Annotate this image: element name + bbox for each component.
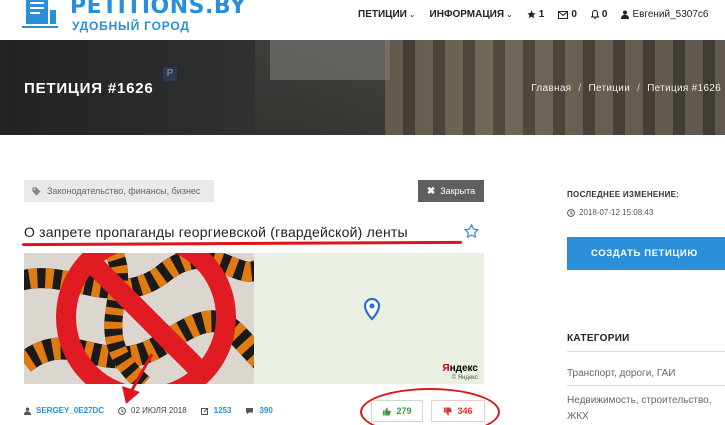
- user-name: Евгений_5307c6: [632, 9, 709, 20]
- chevron-down-icon: ⌄: [506, 10, 513, 19]
- bell-icon: [590, 10, 599, 19]
- petition-meta: SERGEY_0E27DC 02 ИЮЛЯ 2018 1253 390: [24, 406, 287, 415]
- divider: [567, 351, 725, 352]
- petition-date: 02 ИЮЛЯ 2018: [118, 406, 187, 415]
- nav-messages[interactable]: 0: [558, 9, 577, 20]
- create-petition-button[interactable]: СОЗДАТЬ ПЕТИЦИЮ: [567, 237, 725, 270]
- divider: [567, 385, 725, 386]
- breadcrumb-home[interactable]: Главная: [531, 83, 571, 94]
- nav-favorites[interactable]: 1: [527, 9, 545, 20]
- map-provider-logo: Яндекс: [442, 363, 478, 374]
- tag-icon: [32, 186, 41, 196]
- last-change-text: 2018-07-12 15:08:43: [579, 208, 654, 217]
- map-brand-a: Я: [442, 363, 450, 374]
- clock-icon: [567, 208, 575, 217]
- nav-notifications[interactable]: 0: [590, 9, 608, 20]
- brand-name[interactable]: PETITIONS.BY: [70, 0, 246, 19]
- edit-icon: [200, 407, 209, 415]
- notifications-count: 0: [601, 9, 608, 20]
- nav-info[interactable]: ИНФОРМАЦИЯ ⌄: [430, 9, 513, 20]
- star-icon: [527, 10, 536, 19]
- annotation-circle: [360, 388, 500, 425]
- annotation-underline: [21, 240, 463, 247]
- last-change-value: 2018-07-12 15:08:43: [567, 208, 653, 217]
- comments-icon: [246, 407, 254, 414]
- logo-icon[interactable]: [22, 0, 62, 32]
- breadcrumb-petitions[interactable]: Петиции: [589, 83, 631, 94]
- category-item[interactable]: Недвижимость, строительство, ЖКХ: [567, 393, 725, 425]
- map-copyright: © Яндекс: [451, 375, 478, 381]
- petition-title: О запрете пропаганды георгиевской (гвард…: [24, 224, 408, 240]
- petition-tags: Законодательство, финансы, бизнес: [24, 180, 214, 202]
- comments-count-text: 390: [259, 406, 273, 415]
- annotation-arrow: [122, 353, 154, 404]
- nav-petitions[interactable]: ПЕТИЦИИ ⌄: [358, 9, 416, 20]
- category-item[interactable]: Транспорт, дороги, ГАИ: [567, 368, 675, 379]
- user-icon: [621, 10, 630, 19]
- clock-icon: [118, 406, 126, 415]
- comments-count[interactable]: 390: [245, 406, 273, 415]
- categories-title: КАТЕГОРИИ: [567, 333, 630, 344]
- nav-user[interactable]: Евгений_5307c6: [621, 9, 708, 20]
- star-icon[interactable]: [464, 224, 479, 238]
- author-name: SERGEY_0E27DC: [36, 406, 105, 415]
- envelope-icon: [558, 10, 569, 19]
- petition-map[interactable]: Яндекс © Яндекс: [254, 253, 484, 384]
- signatures-count-text: 1253: [213, 406, 232, 415]
- status-text: Закрыта: [440, 186, 476, 196]
- close-icon: ✖: [426, 185, 436, 197]
- status-badge: ✖ Закрыта: [418, 180, 484, 202]
- petition-tags-text[interactable]: Законодательство, финансы, бизнес: [47, 186, 200, 196]
- breadcrumb-current: Петиция #1626: [647, 83, 721, 94]
- main-nav: ПЕТИЦИИ ⌄ ИНФОРМАЦИЯ ⌄ 1 0 0 Евгений_530…: [358, 9, 722, 20]
- page-title: ПЕТИЦИЯ #1626: [24, 80, 154, 97]
- messages-count: 0: [571, 9, 577, 20]
- user-icon: [24, 407, 31, 415]
- breadcrumb: Главная / Петиции / Петиция #1626: [531, 83, 721, 94]
- petition-date-text: 02 ИЮЛЯ 2018: [131, 406, 187, 415]
- brand-tagline: УДОБНЫЙ ГОРОД: [72, 19, 190, 33]
- nav-petitions-label: ПЕТИЦИИ: [358, 9, 407, 20]
- chevron-down-icon: ⌄: [408, 10, 416, 19]
- favorites-count: 1: [538, 9, 545, 20]
- last-change-label: ПОСЛЕДНЕЕ ИЗМЕНЕНИЕ:: [567, 190, 680, 199]
- signatures-count[interactable]: 1253: [200, 406, 232, 415]
- map-brand-b: ндекс: [449, 363, 478, 374]
- top-navbar: PETITIONS.BY УДОБНЫЙ ГОРОД ПЕТИЦИИ ⌄ ИНФ…: [0, 0, 725, 40]
- nav-info-label: ИНФОРМАЦИЯ: [429, 9, 505, 20]
- author-link[interactable]: SERGEY_0E27DC: [24, 406, 104, 415]
